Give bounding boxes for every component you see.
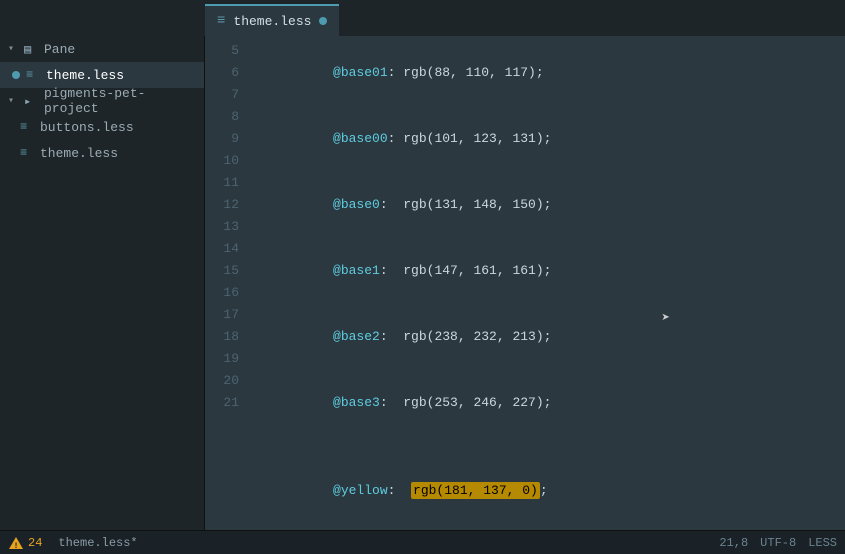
sidebar-item-theme-less[interactable]: ≡ theme.less: [0, 140, 204, 166]
code-area[interactable]: @base01: rgb(88, 110, 117); @base00: rgb…: [247, 40, 845, 526]
cursor-position: 21,8: [719, 536, 748, 550]
error-count: 24: [28, 536, 42, 550]
tab-modified-dot: [319, 17, 327, 25]
sidebar-filename-active: theme.less: [46, 68, 124, 83]
chevron-down-icon: ▾: [8, 43, 18, 55]
code-line-9: @base2: rgb(238, 232, 213);: [255, 304, 837, 370]
less-file-icon: ≡: [217, 13, 225, 29]
active-indicator-dot: [12, 71, 20, 79]
sidebar-filename-buttons: buttons.less: [40, 120, 134, 135]
code-line-10: @base3: rgb(253, 246, 227);: [255, 370, 837, 436]
warning-icon: !: [8, 535, 24, 551]
sidebar-folder-pigments[interactable]: ▾ ▸ pigments-pet-project: [0, 88, 204, 114]
status-bar-left: ! 24 theme.less*: [8, 535, 138, 551]
status-filename: theme.less*: [58, 536, 137, 550]
svg-text:!: !: [14, 542, 19, 551]
main-area: ▾ ▤ Pane ≡ theme.less ▾ ▸ pigments-pet-p…: [0, 36, 845, 530]
tab-label: theme.less: [233, 14, 311, 29]
language: LESS: [808, 536, 837, 550]
sidebar-pane-label: Pane: [44, 42, 75, 57]
tab-bar: ≡ theme.less: [0, 0, 845, 36]
code-line-8: @base1: rgb(147, 161, 161);: [255, 238, 837, 304]
sidebar-folder-label: pigments-pet-project: [44, 86, 196, 116]
sidebar: ▾ ▤ Pane ≡ theme.less ▾ ▸ pigments-pet-p…: [0, 36, 205, 530]
less-file-icon: ≡: [26, 68, 40, 82]
sidebar-pane-header[interactable]: ▾ ▤ Pane: [0, 36, 204, 62]
code-line-7: @base0: rgb(131, 148, 150);: [255, 172, 837, 238]
editor-area[interactable]: 5 6 7 8 9 10 11 12 13 14 15 16 17 18 19 …: [205, 36, 845, 530]
less-file-icon: ≡: [20, 146, 34, 160]
code-line-5: @base01: rgb(88, 110, 117);: [255, 40, 837, 106]
chevron-down-icon: ▾: [8, 95, 18, 107]
pane-icon: ▤: [24, 42, 38, 57]
encoding: UTF-8: [760, 536, 796, 550]
tab-theme-less[interactable]: ≡ theme.less: [205, 4, 339, 36]
folder-icon: ▸: [24, 94, 38, 109]
editor-content: 5 6 7 8 9 10 11 12 13 14 15 16 17 18 19 …: [205, 36, 845, 530]
code-line-13: @orange: rgb(203, 75, 22);: [255, 524, 837, 526]
code-line-6: @base00: rgb(101, 123, 131);: [255, 106, 837, 172]
code-line-12: @yellow: rgb(181, 137, 0);: [255, 458, 837, 524]
status-bar: ! 24 theme.less* 21,8 UTF-8 LESS: [0, 530, 845, 554]
line-numbers: 5 6 7 8 9 10 11 12 13 14 15 16 17 18 19 …: [205, 40, 247, 526]
code-line-11: [255, 436, 837, 458]
sidebar-item-buttons-less[interactable]: ≡ buttons.less: [0, 114, 204, 140]
status-error-section: ! 24: [8, 535, 42, 551]
status-bar-right: 21,8 UTF-8 LESS: [719, 536, 837, 550]
sidebar-item-theme-less-active[interactable]: ≡ theme.less: [0, 62, 204, 88]
less-file-icon: ≡: [20, 120, 34, 134]
sidebar-filename-theme: theme.less: [40, 146, 118, 161]
